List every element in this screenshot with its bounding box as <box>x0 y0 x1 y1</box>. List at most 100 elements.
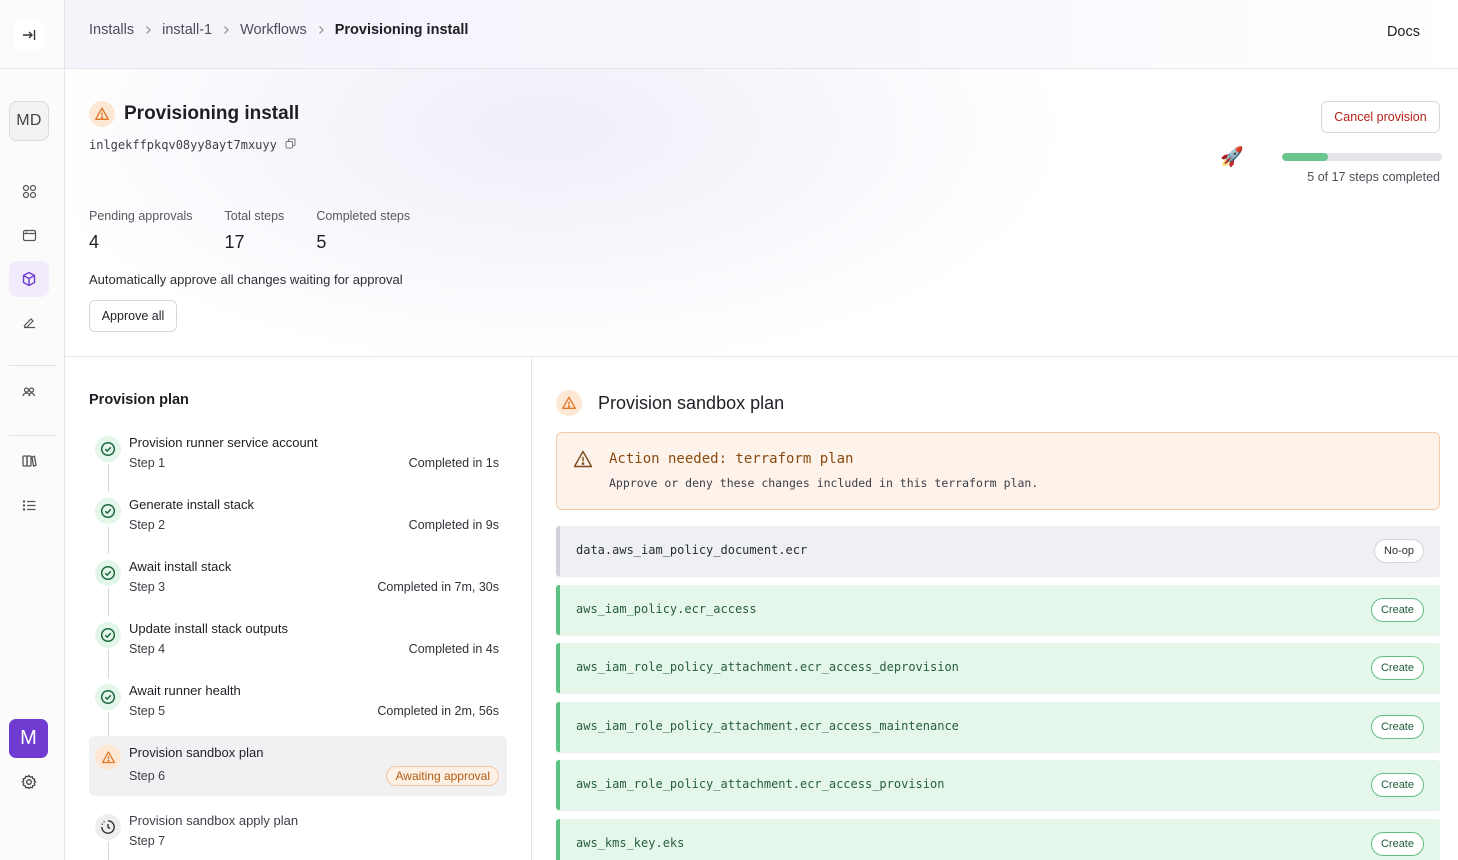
top-header: Installs install-1 Workflows Provisionin… <box>65 0 1458 69</box>
check-circle-icon <box>95 436 121 462</box>
clock-dashed-icon <box>95 814 121 840</box>
stat-label: Pending approvals <box>89 209 193 223</box>
resource-row[interactable]: aws_iam_policy.ecr_access Create <box>556 585 1440 635</box>
resource-name: aws_iam_role_policy_attachment.ecr_acces… <box>576 660 959 674</box>
books-icon <box>22 455 37 467</box>
chevron-right-icon <box>307 25 335 35</box>
step-connector <box>108 650 109 678</box>
gear-icon <box>21 774 37 790</box>
resource-action-badge: Create <box>1370 598 1424 622</box>
workflow-id: inlgekffpkqv08yy8ayt7mxuyy <box>89 138 296 152</box>
resource-row[interactable]: aws_iam_role_policy_attachment.ecr_acces… <box>556 760 1440 810</box>
plan-title: Provision plan <box>89 392 189 408</box>
resource-row[interactable]: aws_iam_role_policy_attachment.ecr_acces… <box>556 643 1440 693</box>
action-needed-alert: Action needed: terraform plan Approve or… <box>556 432 1440 510</box>
docs-link[interactable]: Docs <box>1387 24 1420 40</box>
nav-logs[interactable] <box>9 487 49 523</box>
stat-value: 4 <box>89 232 100 252</box>
team-icon <box>22 387 36 397</box>
expand-sidebar-button[interactable] <box>14 20 44 50</box>
check-circle-icon <box>95 684 121 710</box>
step-name: Provision runner service account <box>129 435 318 450</box>
plan-step-selected[interactable]: Provision sandbox plan Step 6 Awaiting a… <box>89 736 507 796</box>
resource-row[interactable]: data.aws_iam_policy_document.ecr No-op <box>556 526 1440 576</box>
plan-step[interactable]: Update install stack outputs Step 4 Comp… <box>89 616 507 678</box>
warning-icon <box>89 101 115 127</box>
auto-approve-text: Automatically approve all changes waitin… <box>89 272 403 287</box>
nav-apps[interactable] <box>9 217 49 253</box>
step-detail-panel: Provision sandbox plan Action needed: te… <box>532 357 1458 860</box>
step-name: Generate install stack <box>129 497 255 512</box>
progress-text: 5 of 17 steps completed <box>1307 170 1440 184</box>
breadcrumb: Installs install-1 Workflows Provisionin… <box>89 22 468 38</box>
cancel-provision-button[interactable]: Cancel provision <box>1321 101 1440 133</box>
plan-step[interactable]: Await runner health Step 5 Completed in … <box>89 678 507 740</box>
nav-dashboard[interactable] <box>9 173 49 209</box>
app-window-icon <box>22 229 36 241</box>
nav-builds[interactable] <box>9 305 49 341</box>
chevron-right-icon <box>134 25 162 35</box>
step-status: Completed in 2m, 56s <box>377 704 499 718</box>
nav-settings[interactable] <box>9 764 49 800</box>
step-number: Step 4 <box>129 642 166 656</box>
sidebar: MD M <box>0 0 65 860</box>
stat-completed-steps: Completed steps 5 <box>316 209 410 253</box>
progress-bar <box>1282 153 1442 161</box>
stat-value: 17 <box>224 232 245 252</box>
step-name: Await runner health <box>129 683 241 698</box>
step-number: Step 7 <box>129 834 166 848</box>
step-number: Step 5 <box>129 704 166 718</box>
step-status: Completed in 4s <box>408 642 499 656</box>
stat-total-steps: Total steps 17 <box>225 209 285 253</box>
page-title: Provisioning install <box>124 103 300 124</box>
provision-plan-panel: Provision plan Provision runner service … <box>65 357 532 860</box>
nav-installs[interactable] <box>9 261 49 297</box>
stack-icon <box>23 318 35 329</box>
nav-team[interactable] <box>9 374 49 410</box>
step-number: Step 6 <box>129 769 166 783</box>
sidebar-header <box>0 0 64 69</box>
resource-row[interactable]: aws_kms_key.eks Create <box>556 819 1440 860</box>
step-name: Update install stack outputs <box>129 621 288 636</box>
workflow-id-text: inlgekffpkqv08yy8ayt7mxuyy <box>89 138 277 152</box>
plan-step[interactable]: Provision sandbox apply plan Step 7 <box>89 808 507 860</box>
plan-step[interactable]: Generate install stack Step 2 Completed … <box>89 492 507 554</box>
sidebar-divider <box>9 435 56 436</box>
dashboard-icon <box>22 184 36 198</box>
resource-name: aws_iam_role_policy_attachment.ecr_acces… <box>576 777 945 791</box>
resource-action-badge: Create <box>1370 715 1424 739</box>
step-connector <box>108 842 109 860</box>
step-name: Provision sandbox plan <box>129 745 264 760</box>
user-avatar[interactable]: MD <box>9 101 49 141</box>
stat-label: Completed steps <box>316 209 411 223</box>
step-name: Await install stack <box>129 559 232 574</box>
stat-label: Total steps <box>224 209 285 223</box>
chevron-right-icon <box>212 25 240 35</box>
alert-description: Approve or deny these changes included i… <box>609 476 1039 490</box>
step-number: Step 2 <box>129 518 166 532</box>
step-connector <box>108 464 109 492</box>
status-badge: Awaiting approval <box>386 766 499 786</box>
check-circle-icon <box>95 622 121 648</box>
resource-name: aws_kms_key.eks <box>576 836 685 850</box>
step-connector <box>108 526 109 554</box>
breadcrumb-installs[interactable]: Installs <box>89 22 134 38</box>
copy-icon[interactable] <box>285 138 296 152</box>
detail-title-row: Provision sandbox plan <box>556 390 784 416</box>
approve-all-button[interactable]: Approve all <box>89 300 177 332</box>
rocket-icon: 🚀 <box>1220 147 1244 168</box>
breadcrumb-workflows[interactable]: Workflows <box>240 22 307 38</box>
resource-row[interactable]: aws_iam_role_policy_attachment.ecr_acces… <box>556 702 1440 752</box>
step-connector <box>108 588 109 616</box>
breadcrumb-install[interactable]: install-1 <box>162 22 212 38</box>
nav-docs[interactable] <box>9 443 49 479</box>
progress-bar-fill <box>1282 153 1329 161</box>
plan-step[interactable]: Await install stack Step 3 Completed in … <box>89 554 507 616</box>
step-status: Completed in 9s <box>408 518 499 532</box>
step-name: Provision sandbox apply plan <box>129 813 299 828</box>
resource-action-badge: Create <box>1370 773 1424 797</box>
check-circle-icon <box>95 560 121 586</box>
org-switcher[interactable]: M <box>9 719 48 758</box>
plan-step[interactable]: Provision runner service account Step 1 … <box>89 430 507 492</box>
resource-name: aws_iam_role_policy_attachment.ecr_acces… <box>576 719 959 733</box>
